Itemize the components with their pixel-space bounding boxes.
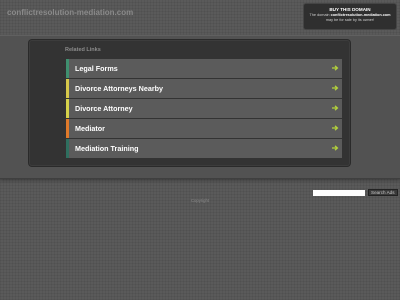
related-link-mediation-training[interactable]: Mediation Training	[66, 139, 342, 158]
buy-text-pre: The domain	[309, 13, 330, 17]
related-link-label: Divorce Attorney	[75, 104, 133, 113]
domain-title[interactable]: conflictresolution-mediation.com	[7, 8, 133, 17]
buy-domain-text: The domain conflictresolution-mediation.…	[304, 13, 396, 22]
arrow-right-icon	[332, 105, 339, 111]
related-links-list: Legal Forms Divorce Attorneys Nearby Div…	[66, 59, 342, 159]
buy-text-domain: conflictresolution-mediation.com	[330, 13, 391, 17]
related-link-legal-forms[interactable]: Legal Forms	[66, 59, 342, 78]
related-link-divorce-attorneys-nearby[interactable]: Divorce Attorneys Nearby	[66, 79, 342, 98]
related-link-mediator[interactable]: Mediator	[66, 119, 342, 138]
buy-domain-box[interactable]: BUY THIS DOMAIN The domain conflictresol…	[303, 3, 397, 30]
copyright-text: Copyright	[191, 198, 209, 203]
search-input[interactable]	[313, 189, 365, 196]
related-link-divorce-attorney[interactable]: Divorce Attorney	[66, 99, 342, 118]
related-link-label: Divorce Attorneys Nearby	[75, 84, 164, 93]
related-links-heading: Related Links	[65, 47, 101, 53]
related-link-label: Mediator	[75, 124, 105, 133]
search-ads-button[interactable]: Search Ads	[368, 189, 398, 196]
arrow-right-icon	[332, 65, 339, 71]
related-link-label: Mediation Training	[75, 144, 139, 153]
arrow-right-icon	[332, 145, 339, 151]
search-ads-form: Search Ads	[313, 189, 398, 196]
related-link-label: Legal Forms	[75, 64, 118, 73]
arrow-right-icon	[332, 85, 339, 91]
buy-text-post: may be for sale by its owner!	[325, 17, 375, 22]
arrow-right-icon	[332, 125, 339, 131]
